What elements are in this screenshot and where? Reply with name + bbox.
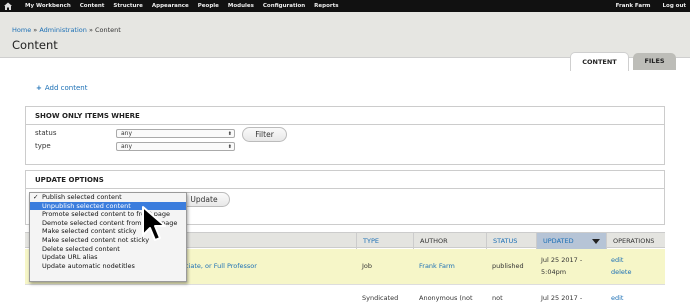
column-header-updated-label: UPDATED <box>543 237 574 245</box>
add-content-label: Add content <box>44 84 88 92</box>
toolbar-logout[interactable]: Log out <box>663 0 686 12</box>
breadcrumb: Home » Administration » Content <box>12 26 121 34</box>
page-title: Content <box>12 38 58 52</box>
option-label: Make selected content sticky <box>42 227 137 236</box>
type-select[interactable]: any ⬍ <box>116 142 235 151</box>
toolbar-people[interactable]: People <box>198 0 219 12</box>
column-header-type[interactable]: TYPE <box>356 233 413 249</box>
row-status: not <box>492 294 503 302</box>
toolbar-modules[interactable]: Modules <box>228 0 254 12</box>
option-label: Publish selected content <box>42 193 122 201</box>
mouse-pointer-icon <box>142 206 166 241</box>
column-header-updated[interactable]: UPDATED <box>536 233 606 249</box>
row-edit-link[interactable]: edit <box>611 255 623 266</box>
sort-descending-icon <box>592 239 600 244</box>
page-header: Home » Administration » Content Content … <box>0 12 690 71</box>
dropdown-option-delete[interactable]: Delete selected content <box>30 245 186 254</box>
toolbar-my-workbench[interactable]: My Workbench <box>25 0 71 12</box>
dropdown-option-url-alias[interactable]: Update URL alias <box>30 253 186 262</box>
row-author-link[interactable]: Frank Farm <box>419 261 455 272</box>
table-row: Syndicated Anonymous (not not Jul 25 201… <box>25 286 665 306</box>
status-label: status <box>35 129 57 137</box>
toolbar-reports[interactable]: Reports <box>314 0 338 12</box>
row-title-link[interactable]: ciate, or Full Professor <box>185 261 257 272</box>
type-label: type <box>35 142 51 150</box>
divider <box>26 124 664 125</box>
row-delete-link[interactable]: delete <box>611 267 631 278</box>
row-author: Anonymous (not <box>419 294 473 302</box>
home-icon[interactable] <box>3 1 13 11</box>
status-select[interactable]: any ⬍ <box>116 129 235 138</box>
breadcrumb-administration[interactable]: Administration <box>39 26 87 34</box>
tab-files[interactable]: FILES <box>633 53 676 70</box>
filter-button[interactable]: Filter <box>242 127 287 142</box>
admin-toolbar: My Workbench Content Structure Appearanc… <box>0 0 690 12</box>
row-updated-time: 5:04pm <box>541 268 567 276</box>
toolbar-structure[interactable]: Structure <box>113 0 142 12</box>
option-label: Update automatic nodetitles <box>42 261 135 270</box>
toolbar-user[interactable]: Frank Farm <box>616 0 651 12</box>
type-select-value: any <box>121 143 133 150</box>
dropdown-option-publish[interactable]: ✓ Publish selected content <box>30 193 186 202</box>
option-label: Delete selected content <box>42 244 120 253</box>
column-header-author: AUTHOR <box>413 233 486 249</box>
row-edit-link[interactable]: edit <box>611 293 623 304</box>
column-header-operations: OPERATIONS <box>606 233 665 249</box>
filter-legend: SHOW ONLY ITEMS WHERE <box>35 112 140 120</box>
row-status: published <box>492 262 524 270</box>
add-content-link[interactable]: + Add content <box>36 84 87 92</box>
column-header-status[interactable]: STATUS <box>486 233 536 249</box>
checkmark-icon: ✓ <box>33 193 39 201</box>
toolbar-content[interactable]: Content <box>80 0 105 12</box>
filter-fieldset: SHOW ONLY ITEMS WHERE status any ⬍ type … <box>25 106 665 165</box>
row-type: Job <box>362 262 373 270</box>
plus-icon: + <box>36 84 42 92</box>
option-label: Update URL alias <box>42 253 98 262</box>
select-arrows-icon: ⬍ <box>227 144 232 150</box>
row-updated-date: Jul 25 2017 - <box>541 294 583 302</box>
option-label: Make selected content not sticky <box>42 235 150 244</box>
tab-content[interactable]: CONTENT <box>570 52 629 71</box>
breadcrumb-current: Content <box>95 26 121 34</box>
toolbar-appearance[interactable]: Appearance <box>152 0 189 12</box>
row-updated-date: Jul 25 2017 - <box>541 256 583 264</box>
divider <box>26 188 664 189</box>
select-arrows-icon: ⬍ <box>227 131 232 137</box>
dropdown-option-nodetitles[interactable]: Update automatic nodetitles <box>30 262 186 271</box>
row-type: Syndicated <box>362 294 399 302</box>
update-options-legend: UPDATE OPTIONS <box>35 176 104 184</box>
breadcrumb-home[interactable]: Home <box>12 26 31 34</box>
option-label: Unpublish selected content <box>42 201 131 210</box>
toolbar-configuration[interactable]: Configuration <box>263 0 305 12</box>
status-select-value: any <box>121 130 133 137</box>
breadcrumb-separator: » <box>86 26 95 34</box>
